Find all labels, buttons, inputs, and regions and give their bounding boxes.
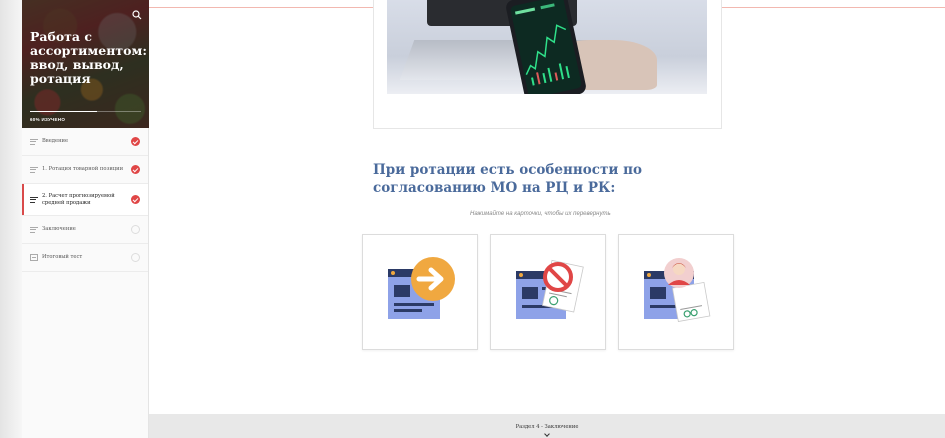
course-hero: Работа с ассортиментом: ввод, вывод, рот… bbox=[22, 0, 149, 128]
trading-phone-photo bbox=[387, 0, 707, 94]
sidebar-item-rotation[interactable]: 1. Ротация товарной позиции bbox=[22, 156, 148, 184]
sidebar-item-final-test[interactable]: Итоговый тест bbox=[22, 244, 148, 272]
next-section-label: Раздел 4 - Заключение bbox=[515, 424, 579, 430]
complete-check-icon bbox=[131, 195, 140, 204]
complete-check-icon bbox=[131, 165, 140, 174]
document-prohibited-icon bbox=[516, 259, 584, 319]
complete-check-icon bbox=[131, 137, 140, 146]
lesson-text-icon bbox=[30, 196, 38, 203]
incomplete-circle-icon bbox=[131, 225, 140, 234]
lesson-list: Введение 1. Ротация товарной позиции 2. … bbox=[22, 128, 148, 272]
course-sidebar: Работа с ассортиментом: ввод, вывод, рот… bbox=[22, 0, 149, 438]
progress-label: 60% ИЗУЧЕНО bbox=[30, 117, 66, 122]
progress-bar bbox=[30, 111, 141, 112]
sidebar-item-label: Итоговый тест bbox=[42, 254, 83, 261]
flip-card-prohibited[interactable] bbox=[490, 234, 606, 350]
lesson-text-icon bbox=[30, 226, 38, 233]
document-arrow-icon bbox=[388, 257, 455, 319]
incomplete-circle-icon bbox=[131, 253, 140, 262]
course-title: Работа с ассортиментом: ввод, вывод, рот… bbox=[30, 29, 147, 86]
sidebar-item-label: Заключение bbox=[42, 226, 76, 233]
sidebar-item-label: 2. Расчет прогнозируемой средней продажи bbox=[42, 193, 115, 206]
sidebar-item-intro[interactable]: Введение bbox=[22, 128, 148, 156]
progress-bar-fill bbox=[30, 111, 97, 112]
page-gutter bbox=[0, 0, 22, 438]
flip-card-arrow[interactable] bbox=[362, 234, 478, 350]
flip-card-person[interactable] bbox=[618, 234, 734, 350]
search-icon[interactable] bbox=[132, 10, 142, 20]
flip-hint: Нажимайте на карточки, чтобы их переверн… bbox=[470, 211, 611, 217]
chevron-down-icon bbox=[544, 431, 550, 437]
quiz-icon bbox=[30, 254, 38, 261]
lesson-text-icon bbox=[30, 166, 38, 173]
section-heading: При ротации есть особенности по согласов… bbox=[373, 162, 642, 196]
next-section-bar[interactable]: Раздел 4 - Заключение bbox=[149, 414, 945, 438]
sidebar-item-label: 1. Ротация товарной позиции bbox=[42, 166, 124, 173]
sidebar-item-label: Введение bbox=[42, 138, 69, 145]
sidebar-item-forecast[interactable]: 2. Расчет прогнозируемой средней продажи bbox=[22, 184, 148, 216]
sidebar-item-conclusion[interactable]: Заключение bbox=[22, 216, 148, 244]
document-person-icon bbox=[644, 258, 711, 322]
lesson-text-icon bbox=[30, 138, 38, 145]
